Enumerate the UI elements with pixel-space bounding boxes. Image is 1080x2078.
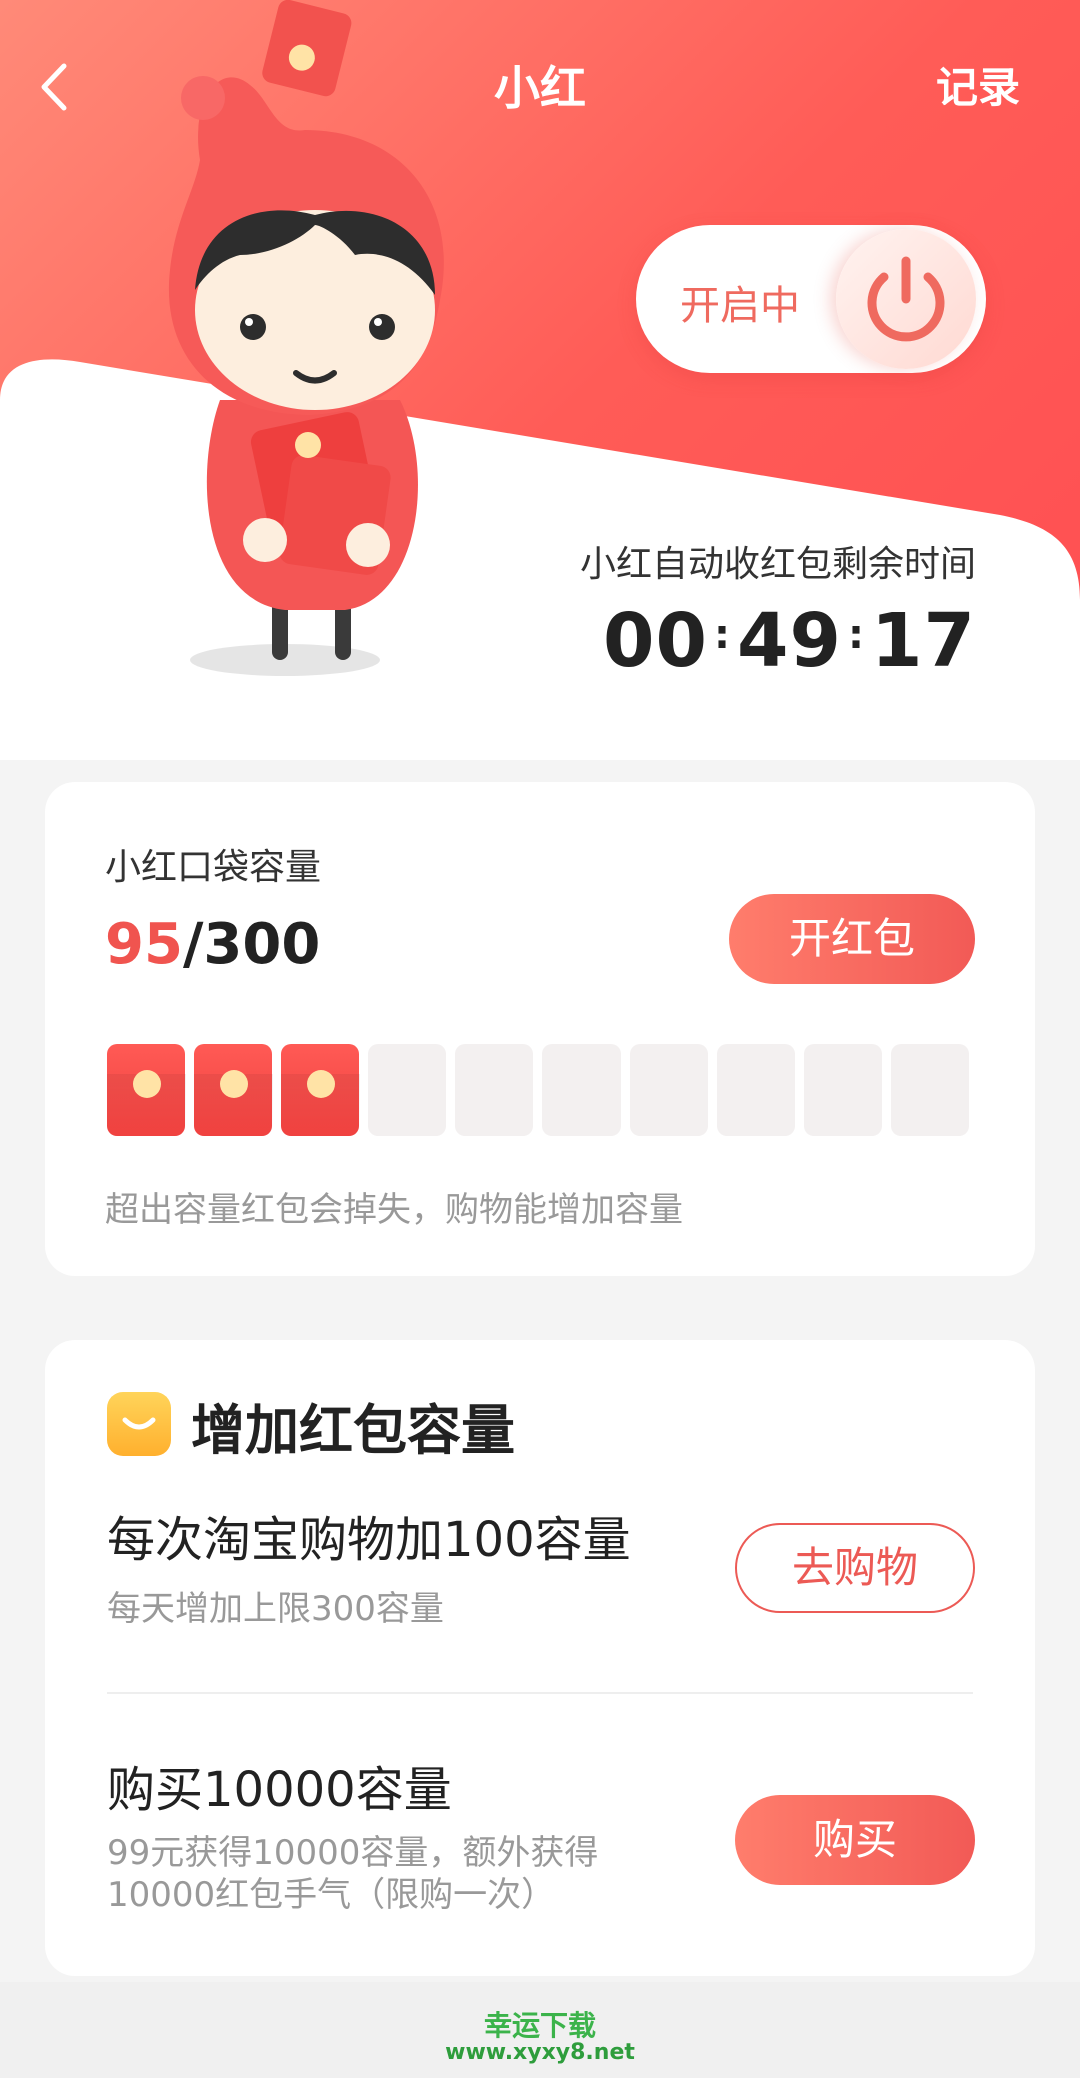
go-shopping-button[interactable]: 去购物 [735, 1523, 975, 1613]
top-bar: 小红 记录 [0, 40, 1080, 130]
coin-icon [133, 1070, 161, 1098]
watermark-name: 幸运下载 [483, 2009, 596, 2042]
row-divider [107, 1692, 973, 1694]
timer-minutes: 49 [737, 598, 843, 684]
power-icon [867, 256, 945, 342]
capacity-value: 95/300 [105, 912, 320, 977]
capacity-card: 小红口袋容量 95/300 开红包 超出容量红包会掉失，购物能增加容量 [45, 782, 1035, 1276]
shopping-bag-icon [107, 1392, 171, 1456]
toggle-label: 开启中 [680, 283, 800, 329]
capacity-total: /300 [182, 912, 321, 977]
power-knob[interactable] [836, 229, 976, 369]
open-envelope-button[interactable]: 开红包 [729, 894, 975, 984]
record-link[interactable]: 记录 [936, 54, 1020, 115]
buy-row-title: 购买10000容量 [107, 1762, 452, 1818]
empty-slot [455, 1044, 534, 1136]
increase-capacity-card: 增加红包容量 每次淘宝购物加100容量 每天增加上限300容量 去购物 购买10… [45, 1340, 1035, 1976]
auto-collect-toggle[interactable]: 开启中 [636, 225, 986, 373]
empty-slot [629, 1044, 708, 1136]
footer-watermark: 幸运下载 www.xyxy8.net [0, 1982, 1080, 2078]
watermark-url: www.xyxy8.net [445, 2040, 635, 2065]
capacity-note: 超出容量红包会掉失，购物能增加容量 [105, 1190, 683, 1230]
empty-slot [542, 1044, 621, 1136]
capacity-label: 小红口袋容量 [105, 847, 322, 888]
buy-button[interactable]: 购买 [735, 1795, 975, 1885]
empty-slot [368, 1044, 447, 1136]
filled-slot [281, 1044, 361, 1136]
buy-row-subtitle-1: 99元获得10000容量，额外获得 [107, 1833, 599, 1873]
coin-icon [307, 1070, 336, 1098]
section-title: 增加红包容量 [191, 1399, 515, 1462]
filled-slot [107, 1044, 187, 1136]
filled-slot [194, 1044, 274, 1136]
capacity-current: 95 [105, 912, 183, 977]
shopping-row-title: 每次淘宝购物加100容量 [107, 1512, 631, 1568]
page-title: 小红 [494, 61, 586, 115]
empty-slot [890, 1044, 969, 1136]
countdown-timer: 00:49:17 [603, 598, 976, 684]
shopping-row-subtitle: 每天增加上限300容量 [107, 1589, 444, 1629]
timer-hours: 00 [603, 598, 709, 684]
empty-slot [803, 1044, 882, 1136]
buy-row-subtitle-2: 10000红包手气（限购一次） [107, 1875, 556, 1915]
timer-label: 小红自动收红包剩余时间 [579, 544, 976, 585]
coin-icon [220, 1070, 249, 1098]
empty-slot [716, 1044, 795, 1136]
timer-seconds: 17 [871, 598, 976, 684]
capacity-slots [107, 1044, 969, 1136]
